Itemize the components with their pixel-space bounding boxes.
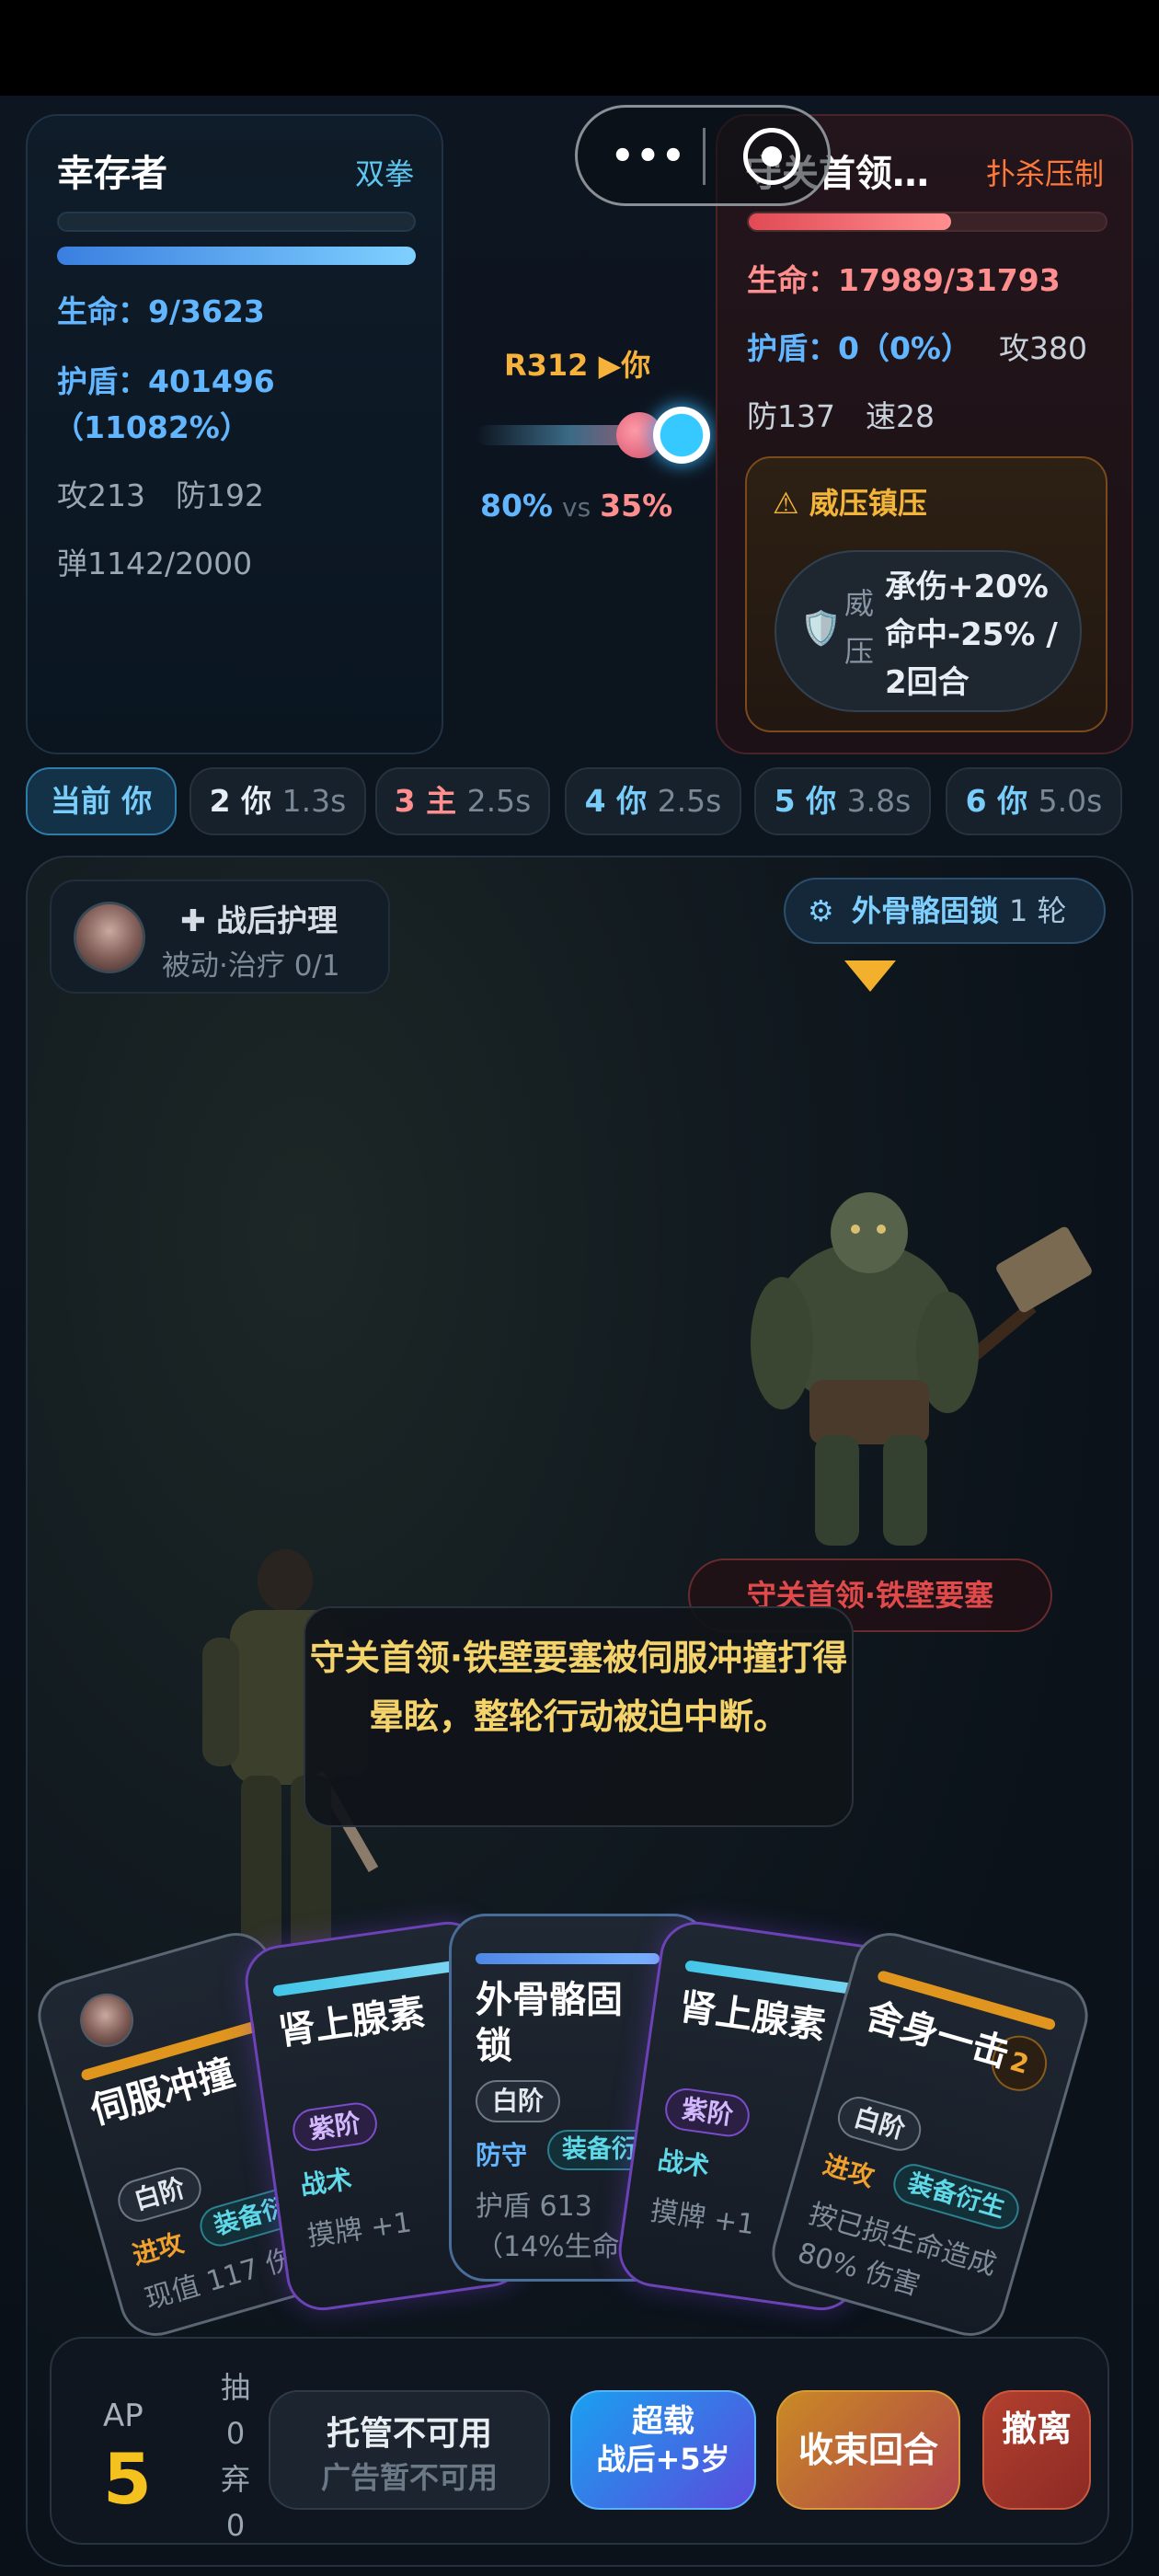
capsule-divider [703, 128, 706, 185]
card-name: 外骨骼固锁 [476, 1979, 623, 2067]
boss-atk: 攻380 [999, 330, 1087, 366]
card-name: 肾上腺素 [676, 1985, 829, 2048]
player-panel: 幸存者 双拳 生命：9/3623 护盾：401496 （11082%） 攻213… [26, 114, 443, 754]
initiative-percent: 80% vs 35% [480, 488, 672, 523]
boss-shield-text: 护盾：0（0%） [747, 330, 971, 366]
status-bar [0, 0, 1159, 96]
player-hp-bar [57, 212, 416, 232]
buff-count: 1 轮 [1008, 893, 1067, 928]
overload-label: 超载 [632, 2403, 694, 2440]
status-title: ⚠ 威压镇压 [773, 480, 927, 523]
player-atk-def: 攻213 防192 [57, 477, 264, 513]
more-icon[interactable]: ••• [611, 135, 687, 178]
player-shield-bar [57, 247, 416, 265]
card-type: 进攻 [820, 2149, 878, 2193]
card-name: 伺服冲撞 [86, 2051, 240, 2133]
boss-tag[interactable]: 扑杀压制 [986, 151, 1104, 193]
battle-message: 守关首领·铁壁要塞被伺服冲撞打得晕眩，整轮行动被迫中断。 [304, 1606, 854, 1827]
vs-label: vs [562, 492, 591, 523]
turn-slot-5: 5 你 3.8s [754, 767, 931, 835]
retreat-button[interactable]: 撤离 [982, 2390, 1091, 2510]
boss-hp-fill [749, 213, 951, 230]
target-arrow-icon [844, 960, 896, 992]
end-turn-button[interactable]: 收束回合 [776, 2390, 960, 2510]
passive-skill-chip[interactable]: ✚ 战后护理 被动·治疗 0/1 [50, 880, 390, 994]
ap-label: AP [103, 2398, 143, 2434]
action-bar: AP 5 抽 0 弃 0 托管不可用 广告暂不可用 超载 战后+5岁 收束回合 … [50, 2337, 1109, 2545]
turn-slot-6: 6 你 5.0s [946, 767, 1122, 835]
player-name: 幸存者 [57, 153, 167, 195]
turn-slot-2: 2 你 1.3s [189, 767, 366, 835]
card-avatar [74, 1987, 140, 2053]
player-shield-fill [57, 247, 416, 265]
card-type: 防守 [476, 2140, 528, 2170]
turn-label: 4 你 [584, 783, 648, 819]
status-effect-pill: 🛡️ 威压 承伤+20% 命中-25% / 2回合 [775, 550, 1082, 712]
status-effect-text: 承伤+20% 命中-25% / 2回合 [885, 569, 1058, 701]
player-avatar [74, 902, 145, 973]
player-hp-text: 生命：9/3623 [57, 293, 265, 329]
discard-label: 弃 [220, 2462, 250, 2497]
turn-label: 5 你 [774, 783, 837, 819]
deck-counts: 抽 0 弃 0 [215, 2364, 256, 2548]
turn-label: 当前 你 [50, 783, 153, 819]
draw-value: 0 [225, 2416, 246, 2451]
passive-title: ✚ 战后护理 [180, 903, 339, 938]
card-rarity: 白阶 [476, 2080, 561, 2122]
card-rarity: 紫阶 [290, 2099, 380, 2154]
turn-time: 3.8s [846, 783, 912, 819]
boss-status-box[interactable]: ⚠ 威压镇压 🛡️ 威压 承伤+20% 命中-25% / 2回合 [745, 456, 1107, 732]
status-short-label: 威压 [844, 586, 875, 669]
auto-play-sub: 广告暂不可用 [320, 2460, 498, 2495]
ap-value: 5 [103, 2438, 152, 2520]
turn-time: 2.5s [657, 783, 722, 819]
player-shield-text: 护盾：401496 [57, 363, 275, 399]
passive-sub: 被动·治疗 0/1 [162, 949, 340, 983]
status-title-text: 威压镇压 [809, 486, 927, 521]
boss-hp-bar [747, 212, 1107, 232]
warning-icon: ⚠ [773, 486, 809, 521]
turn-time: 1.3s [281, 783, 347, 819]
draw-label: 抽 [220, 2370, 250, 2405]
menu-capsule[interactable]: ••• [575, 105, 831, 206]
auto-play-button[interactable]: 托管不可用 广告暂不可用 [269, 2390, 550, 2510]
boss-sprite[interactable] [727, 1150, 1095, 1555]
player-ammo: 弹1142/2000 [57, 546, 253, 581]
turn-time: 5.0s [1038, 783, 1103, 819]
player-shield-pct: （11082%） [53, 409, 250, 445]
player-style[interactable]: 双拳 [355, 151, 414, 193]
turn-label: 2 你 [209, 783, 272, 819]
turn-slot-1: 当前 你 [26, 767, 177, 835]
card-rarity: 白阶 [832, 2091, 926, 2156]
turn-slot-3: 3 主 2.5s [375, 767, 550, 835]
overload-button[interactable]: 超载 战后+5岁 [570, 2390, 756, 2510]
gear-icon: ⚙ [808, 893, 834, 928]
turn-time: 2.5s [466, 783, 532, 819]
turn-label: 3 主 [394, 783, 457, 819]
boss-def-spd: 防137 速28 [747, 398, 935, 434]
round-indicator: R312 ▶你 [504, 348, 651, 383]
player-initiative-pct: 80% [480, 488, 553, 523]
card-type: 进攻 [129, 2227, 188, 2271]
card-type: 战术 [655, 2145, 712, 2182]
card-rarity: 紫阶 [662, 2085, 752, 2140]
close-ring-icon[interactable] [743, 128, 800, 185]
auto-play-label: 托管不可用 [326, 2415, 492, 2453]
enemy-initiative-pct: 35% [600, 488, 673, 523]
overload-sub: 战后+5岁 [596, 2442, 730, 2477]
boss-hp-text: 生命：17989/31793 [747, 262, 1061, 298]
boss-panel: 守关首领… 扑杀压制 生命：17989/31793 护盾：0（0%） 攻380 … [716, 114, 1133, 754]
card-type: 战术 [298, 2163, 354, 2202]
active-buff[interactable]: ⚙ 外骨骼固锁 1 轮 [784, 878, 1106, 944]
player-initiative-knob [653, 407, 710, 464]
turn-label: 6 你 [965, 783, 1028, 819]
turn-slot-4: 4 你 2.5s [565, 767, 741, 835]
card-stripe [476, 1953, 660, 1964]
discard-value: 0 [225, 2508, 246, 2543]
shield-icon: 🛡️ [800, 610, 842, 648]
card-name: 肾上腺素 [276, 1991, 428, 2054]
card-rarity: 白阶 [112, 2162, 207, 2227]
buff-name: 外骨骼固锁 [851, 893, 999, 928]
